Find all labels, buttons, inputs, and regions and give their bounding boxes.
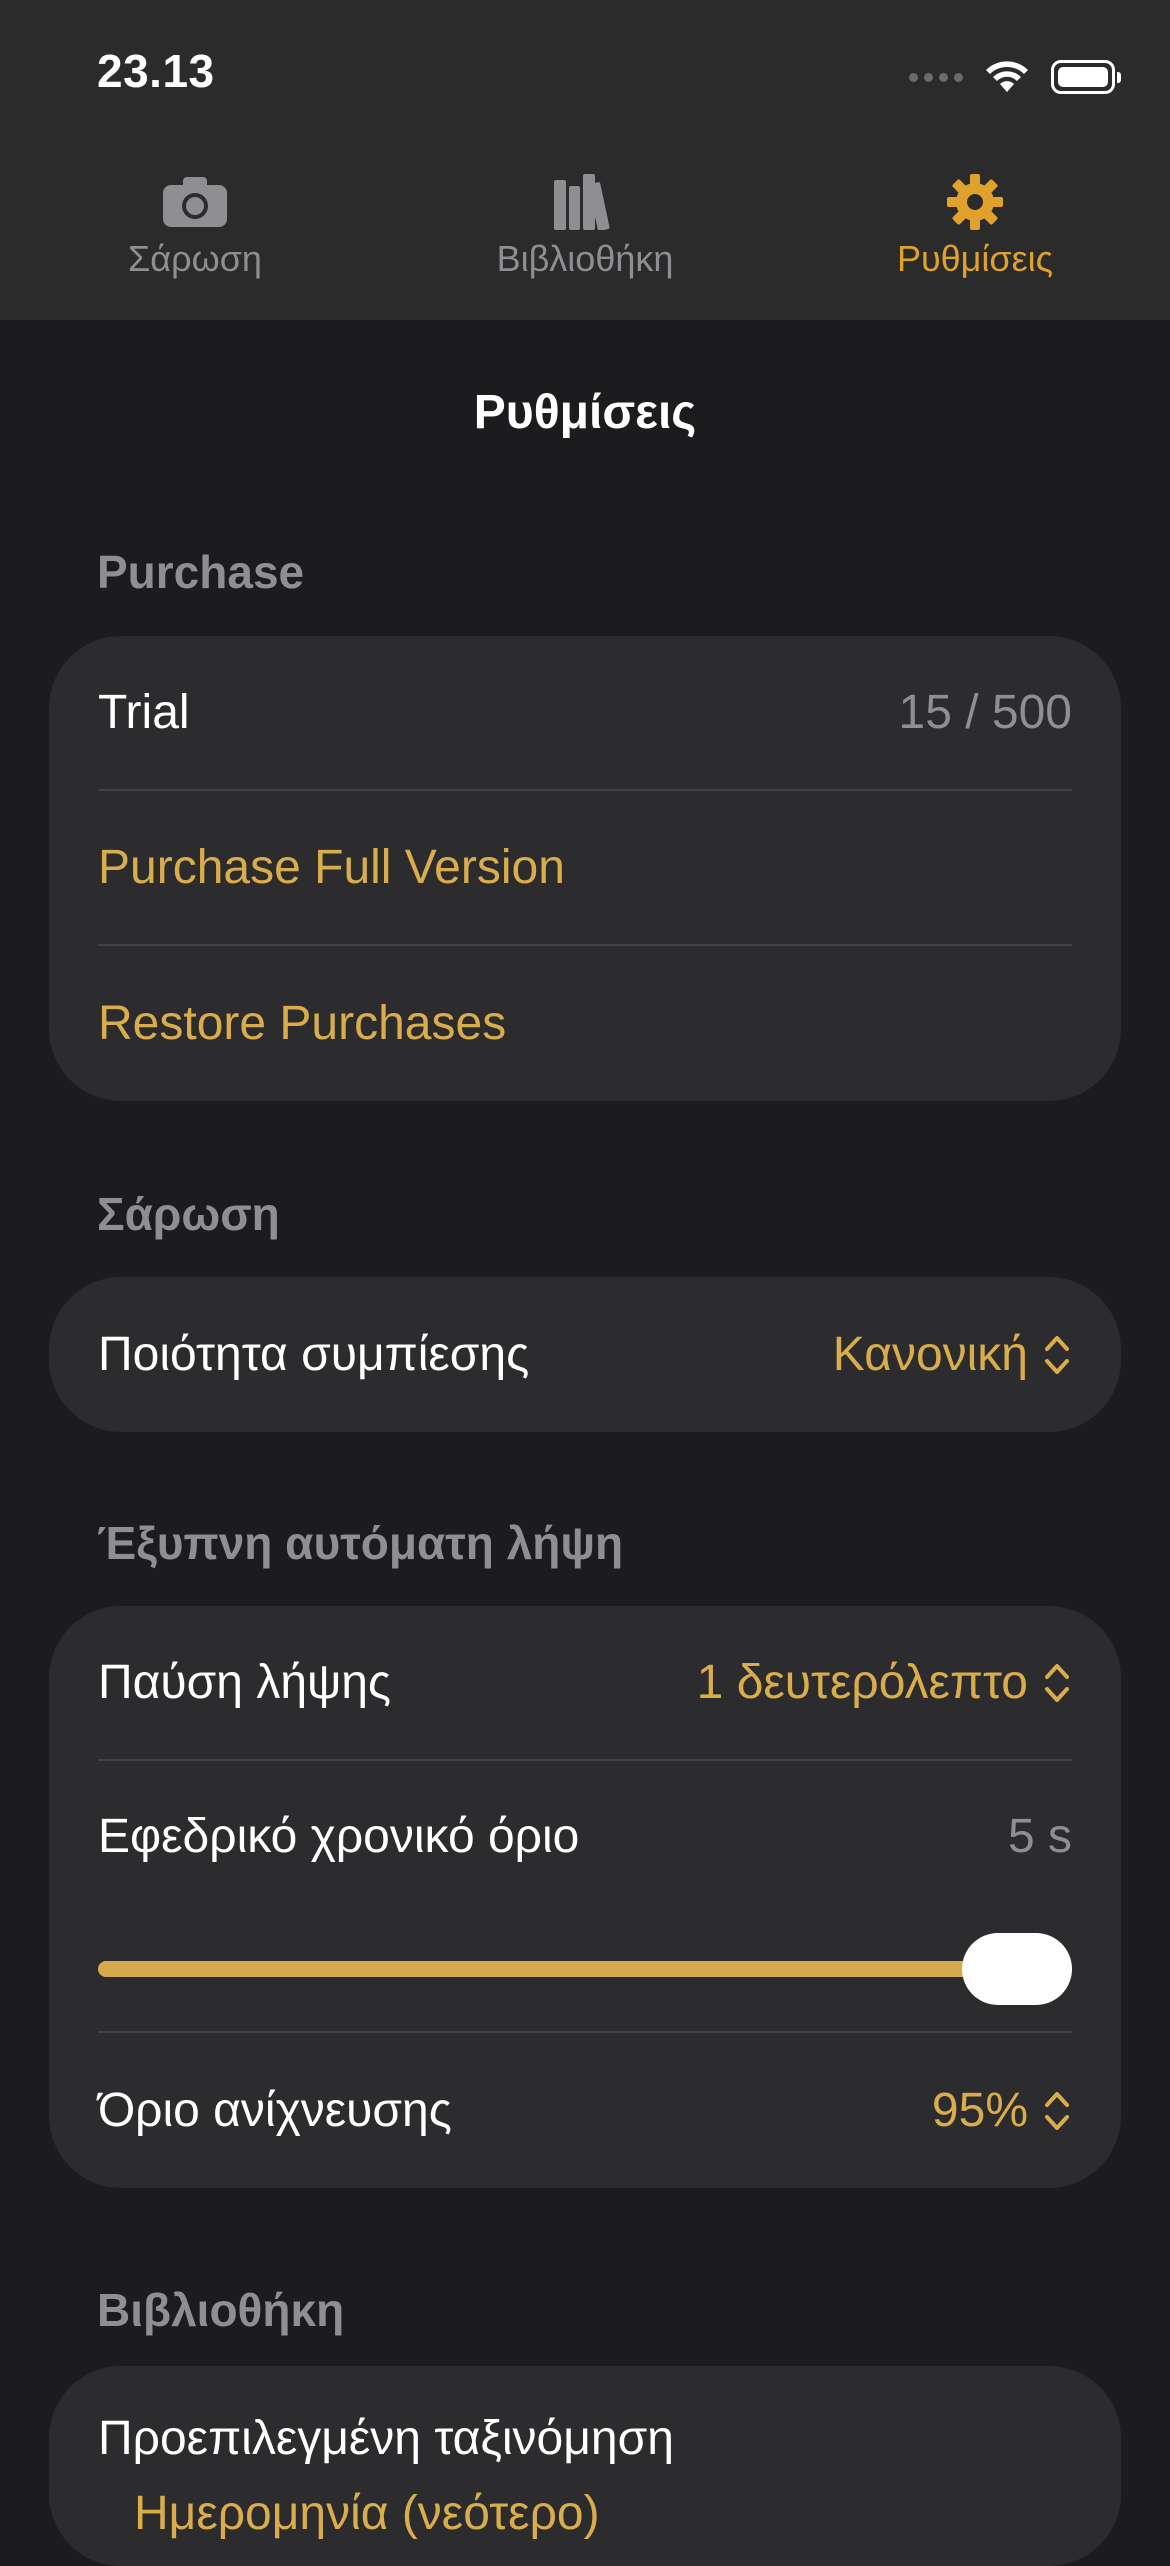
sort-picker[interactable]: Ημερομηνία (νεότερο) (98, 2466, 1072, 2566)
threshold-picker[interactable]: 95% (932, 2083, 1072, 2138)
restore-purchases-button[interactable]: Restore Purchases (98, 946, 1072, 1101)
scan-card: Ποιότητα συμπίεσης Κανονική (49, 1277, 1121, 1432)
timeout-slider[interactable] (98, 1911, 1072, 2033)
battery-icon (1051, 60, 1121, 94)
pause-picker[interactable]: 1 δευτερόλεπτο (697, 1655, 1072, 1710)
wifi-icon (986, 61, 1028, 92)
tab-library[interactable]: Βιβλιοθήκη (390, 170, 780, 300)
compression-value: Κανονική (832, 1328, 1028, 1381)
tab-scan[interactable]: Σάρωση (0, 170, 390, 300)
pause-value: 1 δευτερόλεπτο (696, 1656, 1028, 1709)
timeout-row: Εφεδρικό χρονικό όριο 5 s (98, 1761, 1072, 1911)
trial-row: Trial 15 / 500 (98, 636, 1072, 791)
page-title: Ρυθμίσεις (473, 386, 697, 439)
chevron-up-down-icon (1045, 1663, 1069, 1702)
top-bar: 23.13 Σάρωση Βιβλιοθήκη Ρυθμίσεις (0, 0, 1170, 320)
tab-bar: Σάρωση Βιβλιοθήκη Ρυθμίσεις (0, 170, 1170, 300)
threshold-value: 95% (931, 2084, 1028, 2137)
pause-label: Παύση λήψης (98, 1656, 392, 1709)
slider-track (98, 1961, 1072, 1977)
library-card: Προεπιλεγμένη ταξινόμηση Ημερομηνία (νεό… (49, 2366, 1121, 2566)
pause-row[interactable]: Παύση λήψης 1 δευτερόλεπτο (98, 1606, 1072, 1761)
slider-thumb[interactable] (962, 1933, 1072, 2005)
timeout-label: Εφεδρικό χρονικό όριο (98, 1809, 580, 1863)
threshold-row[interactable]: Όριο ανίχνευσης 95% (98, 2033, 1072, 2188)
gear-icon (947, 170, 1003, 234)
status-time: 23.13 (97, 45, 215, 97)
chevron-up-down-icon (1045, 2091, 1069, 2130)
sort-label: Προεπιλεγμένη ταξινόμηση (98, 2412, 674, 2465)
tab-settings-label: Ρυθμίσεις (896, 238, 1054, 279)
purchase-full-version-button[interactable]: Purchase Full Version (98, 791, 1072, 946)
signal-icon (909, 72, 963, 82)
purchase-card: Trial 15 / 500 Purchase Full Version Res… (49, 636, 1121, 1101)
threshold-label: Όριο ανίχνευσης (98, 2084, 452, 2137)
books-icon (554, 170, 616, 234)
slider-fill (98, 1961, 1072, 1977)
section-title-library: Βιβλιοθήκη (97, 2284, 345, 2336)
timeout-value: 5 s (1007, 1809, 1072, 1863)
section-title-smart-capture: Έξυπνη αυτόματη λήψη (97, 1517, 624, 1569)
chevron-up-down-icon (1045, 1335, 1069, 1374)
purchase-full-version-label: Purchase Full Version (98, 841, 565, 894)
camera-icon (163, 170, 227, 234)
trial-value: 15 / 500 (898, 686, 1072, 739)
section-title-purchase: Purchase (97, 546, 305, 598)
compression-row[interactable]: Ποιότητα συμπίεσης Κανονική (98, 1277, 1072, 1432)
sort-row: Προεπιλεγμένη ταξινόμηση (98, 2366, 1072, 2466)
compression-picker[interactable]: Κανονική (833, 1327, 1072, 1382)
restore-purchases-label: Restore Purchases (98, 997, 507, 1050)
smart-capture-card: Παύση λήψης 1 δευτερόλεπτο Εφεδρικό χρον… (49, 1606, 1121, 2188)
tab-library-label: Βιβλιοθήκη (496, 238, 674, 279)
sort-value: Ημερομηνία (νεότερο) (134, 2487, 600, 2540)
compression-label: Ποιότητα συμπίεσης (98, 1328, 530, 1381)
tab-settings[interactable]: Ρυθμίσεις (780, 170, 1170, 300)
status-icons (909, 52, 1121, 102)
section-title-scan: Σάρωση (97, 1188, 280, 1240)
tab-scan-label: Σάρωση (128, 238, 262, 279)
trial-label: Trial (98, 686, 190, 739)
